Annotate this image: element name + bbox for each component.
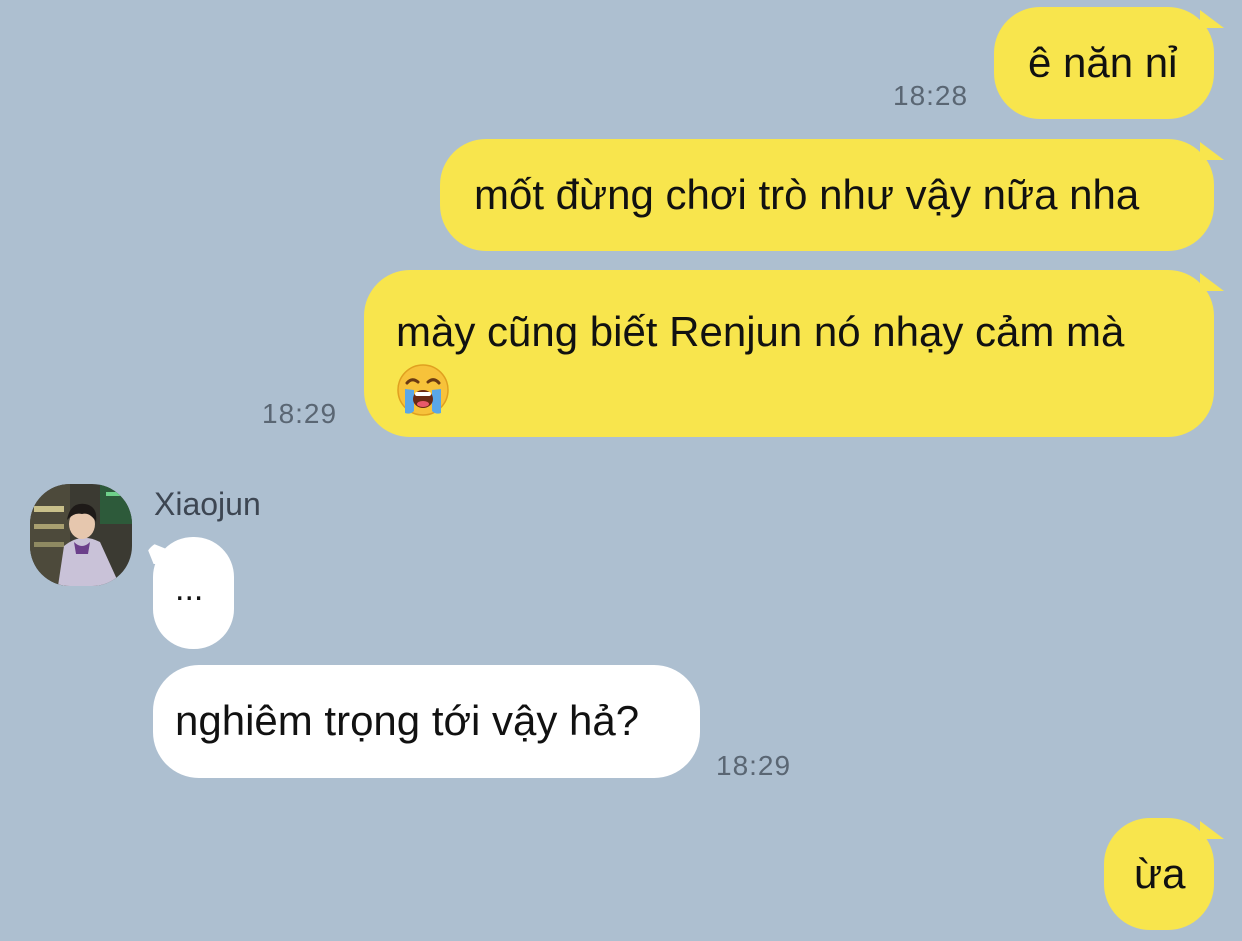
- message-text: ừa: [1134, 849, 1186, 897]
- bubble-tail: [1200, 10, 1224, 28]
- message-timestamp: 18:29: [716, 750, 792, 781]
- message-text: mốt đừng chơi trò như vậy nữa nha: [474, 170, 1140, 218]
- outgoing-message-bubble[interactable]: ê năn nỉ: [994, 7, 1214, 119]
- bubble-tail: [1200, 821, 1224, 839]
- bubble-tail: [1200, 273, 1224, 291]
- message-text: mày cũng biết Renjun nó nhạy cảm mà: [396, 308, 1125, 355]
- outgoing-message-bubble[interactable]: mốt đừng chơi trò như vậy nữa nha: [440, 139, 1214, 251]
- sender-name: Xiaojun: [154, 486, 261, 522]
- message-timestamp: 18:28: [893, 80, 969, 111]
- message-text: nghiêm trọng tới vậy hả?: [175, 697, 640, 745]
- chat-thread: 18:28 ê năn nỉ mốt đừng chơi trò như vậy…: [0, 0, 1242, 941]
- loudly-crying-face-icon: [396, 363, 450, 417]
- outgoing-message-bubble[interactable]: ừa: [1104, 818, 1214, 930]
- message-text: ...: [175, 569, 204, 608]
- message-text: ê năn nỉ: [1028, 38, 1178, 86]
- incoming-message-bubble[interactable]: ...: [153, 537, 234, 649]
- message-timestamp: 18:29: [262, 398, 338, 429]
- bubble-tail: [1200, 142, 1224, 160]
- incoming-message-bubble[interactable]: nghiêm trọng tới vậy hả?: [153, 665, 700, 778]
- outgoing-message-bubble[interactable]: mày cũng biết Renjun nó nhạy cảm mà: [364, 270, 1214, 437]
- contact-avatar[interactable]: [30, 484, 132, 586]
